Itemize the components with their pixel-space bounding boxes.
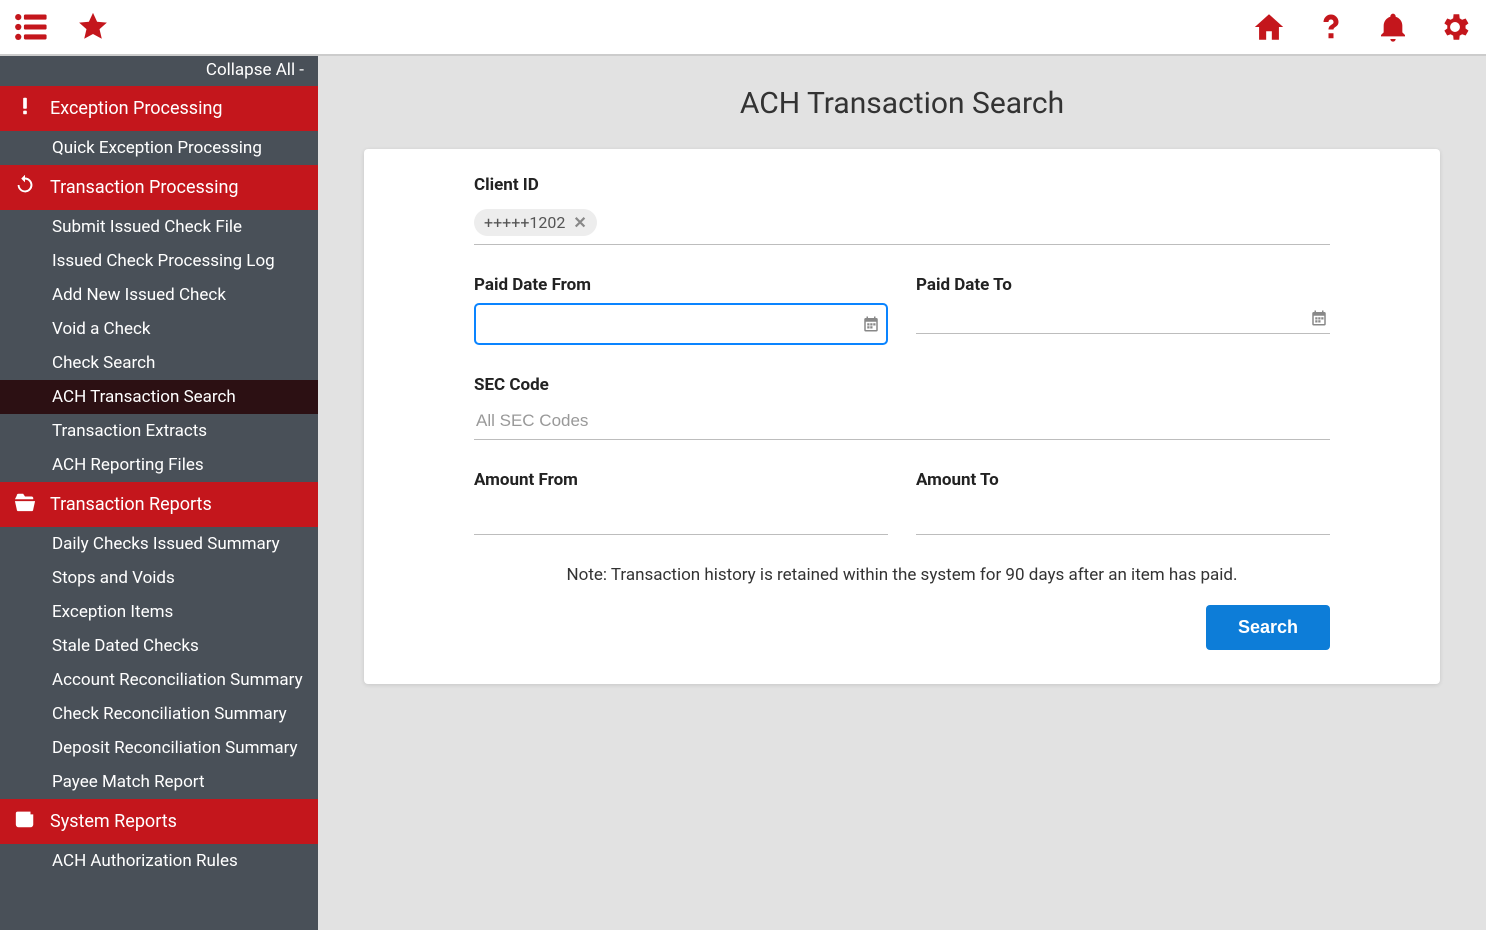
sidebar-item-check-search[interactable]: Check Search — [0, 346, 318, 380]
sidebar-section-label: System Reports — [50, 811, 304, 832]
sidebar-item-stops-and-voids[interactable]: Stops and Voids — [0, 561, 318, 595]
sidebar-section-transaction-reports[interactable]: Transaction Reports — [0, 482, 318, 527]
sidebar-item-deposit-reconciliation-summary[interactable]: Deposit Reconciliation Summary — [0, 731, 318, 765]
sidebar-item-void-a-check[interactable]: Void a Check — [0, 312, 318, 346]
paid-date-from-input[interactable] — [482, 315, 862, 333]
client-id-chip-text: +++++1202 — [484, 213, 565, 232]
client-id-label: Client ID — [474, 175, 1330, 195]
retention-note: Note: Transaction history is retained wi… — [474, 565, 1330, 585]
amount-from-input[interactable] — [474, 498, 888, 535]
sidebar-section-exception-processing[interactable]: Exception Processing — [0, 86, 318, 131]
sidebar-section-transaction-processing[interactable]: Transaction Processing — [0, 165, 318, 210]
amount-to-label: Amount To — [916, 470, 1330, 490]
alert-icon — [14, 95, 36, 122]
search-form-card: Client ID +++++1202 ✕ Paid Date From — [364, 149, 1440, 684]
top-bar — [0, 0, 1486, 56]
paid-date-to-label: Paid Date To — [916, 275, 1330, 295]
sidebar-item-submit-issued-check-file[interactable]: Submit Issued Check File — [0, 210, 318, 244]
sec-code-input[interactable] — [474, 403, 1330, 440]
gear-icon[interactable] — [1438, 10, 1472, 44]
sidebar-item-stale-dated-checks[interactable]: Stale Dated Checks — [0, 629, 318, 663]
sec-code-label: SEC Code — [474, 375, 1330, 395]
star-icon[interactable] — [76, 10, 110, 44]
topbar-left — [14, 10, 110, 44]
sidebar-item-ach-transaction-search[interactable]: ACH Transaction Search — [0, 380, 318, 414]
news-icon — [14, 808, 36, 835]
sidebar-item-check-reconciliation-summary[interactable]: Check Reconciliation Summary — [0, 697, 318, 731]
sidebar-item-daily-checks-issued-summary[interactable]: Daily Checks Issued Summary — [0, 527, 318, 561]
sidebar-item-exception-items[interactable]: Exception Items — [0, 595, 318, 629]
sidebar-item-issued-check-processing-log[interactable]: Issued Check Processing Log — [0, 244, 318, 278]
sidebar-section-label: Transaction Processing — [50, 177, 304, 198]
collapse-all-link[interactable]: Collapse All - — [0, 56, 318, 86]
sidebar-section-label: Exception Processing — [50, 98, 304, 119]
folder-icon — [14, 491, 36, 518]
client-id-field[interactable]: +++++1202 ✕ — [474, 203, 1330, 245]
paid-date-from-label: Paid Date From — [474, 275, 888, 295]
main-content: ACH Transaction Search Client ID +++++12… — [318, 56, 1486, 930]
sidebar-item-quick-exception-processing[interactable]: Quick Exception Processing — [0, 131, 318, 165]
sidebar-item-transaction-extracts[interactable]: Transaction Extracts — [0, 414, 318, 448]
topbar-right — [1252, 10, 1472, 44]
sidebar-item-account-reconciliation-summary[interactable]: Account Reconciliation Summary — [0, 663, 318, 697]
sidebar-item-ach-reporting-files[interactable]: ACH Reporting Files — [0, 448, 318, 482]
sidebar-section-label: Transaction Reports — [50, 494, 304, 515]
client-id-chip-remove-icon[interactable]: ✕ — [573, 213, 586, 232]
sidebar-item-ach-authorization-rules[interactable]: ACH Authorization Rules — [0, 844, 318, 878]
help-icon[interactable] — [1314, 10, 1348, 44]
menu-list-icon[interactable] — [14, 10, 48, 44]
amount-to-input[interactable] — [916, 498, 1330, 535]
client-id-chip: +++++1202 ✕ — [474, 209, 597, 236]
sidebar: Collapse All - Exception Processing Quick… — [0, 56, 318, 930]
amount-from-label: Amount From — [474, 470, 888, 490]
calendar-icon[interactable] — [1310, 309, 1328, 327]
search-button[interactable]: Search — [1206, 605, 1330, 650]
sidebar-section-system-reports[interactable]: System Reports — [0, 799, 318, 844]
paid-date-to-input[interactable] — [918, 309, 1310, 327]
home-icon[interactable] — [1252, 10, 1286, 44]
page-title: ACH Transaction Search — [318, 56, 1486, 149]
paid-date-to-field[interactable] — [916, 303, 1330, 334]
refresh-icon — [14, 174, 36, 201]
sidebar-item-payee-match-report[interactable]: Payee Match Report — [0, 765, 318, 799]
sidebar-item-add-new-issued-check[interactable]: Add New Issued Check — [0, 278, 318, 312]
bell-icon[interactable] — [1376, 10, 1410, 44]
calendar-icon[interactable] — [862, 315, 880, 333]
paid-date-from-field[interactable] — [474, 303, 888, 345]
